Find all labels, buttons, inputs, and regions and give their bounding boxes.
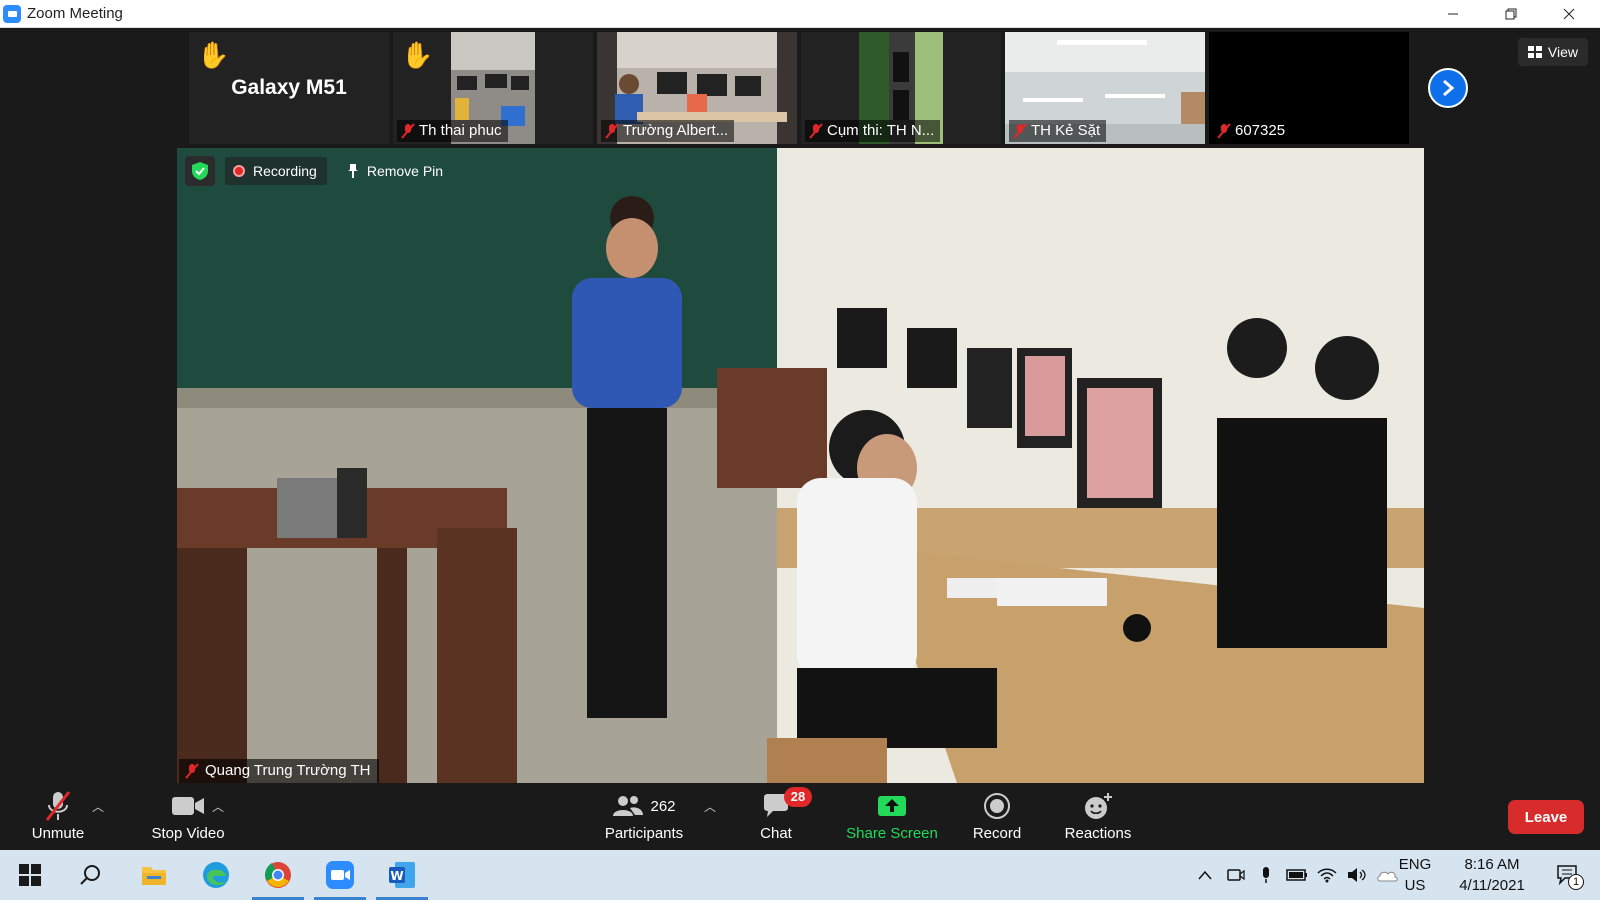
reactions-button[interactable]: Reactions <box>1062 784 1134 850</box>
participant-tile[interactable]: ✋ Th thai phuc <box>393 32 593 144</box>
meeting-toolbar: Unmute ︿ Stop Video ︿ 262 Participants ︿… <box>0 784 1600 850</box>
windows-taskbar: W ENG US 8:16 AM 4/11/2021 1 <box>0 850 1600 900</box>
participants-icon <box>613 796 644 816</box>
window-title: Zoom Meeting <box>27 5 123 22</box>
participant-name: Galaxy M51 <box>231 76 347 99</box>
view-button[interactable]: View <box>1517 38 1588 66</box>
wifi-icon[interactable] <box>1314 850 1340 900</box>
muted-mic-icon <box>1013 123 1027 139</box>
classroom-video-frame <box>177 148 1424 783</box>
pin-icon <box>347 164 358 178</box>
remove-pin-button[interactable]: Remove Pin <box>337 157 453 185</box>
recording-dot-icon <box>233 165 245 177</box>
word-icon[interactable]: W <box>372 850 432 900</box>
chevron-right-icon <box>1443 79 1455 97</box>
windows-start-icon[interactable] <box>0 850 60 900</box>
file-explorer-icon[interactable] <box>124 850 184 900</box>
microphone-icon[interactable] <box>1254 850 1278 900</box>
participant-tile[interactable]: TH Kẻ Sặt <box>1005 32 1205 144</box>
chrome-browser-icon[interactable] <box>248 850 308 900</box>
muted-mic-icon <box>43 789 73 823</box>
participants-count: 262 <box>650 797 676 815</box>
participant-tile[interactable]: 607325 <box>1209 32 1409 144</box>
participant-tile[interactable]: ✋ Galaxy M51 <box>189 32 389 144</box>
record-icon <box>983 789 1011 823</box>
input-language-indicator[interactable]: ENG US <box>1392 854 1438 896</box>
volume-icon[interactable] <box>1344 850 1370 900</box>
restore-icon[interactable] <box>1488 0 1534 28</box>
search-icon[interactable] <box>60 850 120 900</box>
participant-tile[interactable]: Cụm thi: TH N... <box>801 32 1001 144</box>
next-page-button[interactable] <box>1428 68 1468 108</box>
pinned-speaker-label: Quang Trung Trường TH <box>179 759 379 783</box>
meeting-status-overlay: Recording Remove Pin <box>185 156 453 186</box>
chat-unread-badge: 28 <box>784 787 812 807</box>
share-screen-icon <box>877 789 907 823</box>
chat-button[interactable]: 28 Chat <box>754 784 812 850</box>
leave-meeting-button[interactable]: Leave <box>1508 800 1584 834</box>
video-options-caret-icon[interactable]: ︿ <box>212 798 224 815</box>
muted-mic-icon <box>185 763 199 779</box>
muted-mic-icon <box>605 123 619 139</box>
zoom-taskbar-icon[interactable] <box>310 850 370 900</box>
reactions-smiley-icon <box>1083 789 1113 823</box>
window-title-bar: Zoom Meeting <box>0 0 1600 28</box>
video-camera-icon <box>171 789 205 823</box>
muted-mic-icon <box>401 123 415 139</box>
recording-indicator[interactable]: Recording <box>225 157 327 185</box>
participant-label: Trường Albert... <box>601 120 735 142</box>
battery-icon[interactable] <box>1284 850 1310 900</box>
muted-mic-icon <box>1217 123 1231 139</box>
participant-label: TH Kẻ Sặt <box>1009 120 1107 142</box>
participant-tile[interactable]: Trường Albert... <box>597 32 797 144</box>
unmute-button[interactable]: Unmute <box>22 784 94 850</box>
participant-strip: ✋ Galaxy M51 ✋ Th thai phuc Trường Alber… <box>189 32 1413 144</box>
taskbar-clock[interactable]: 8:16 AM 4/11/2021 <box>1444 854 1540 896</box>
edge-browser-icon[interactable] <box>186 850 246 900</box>
meet-now-icon[interactable] <box>1224 850 1248 900</box>
svg-text:W: W <box>390 869 403 883</box>
minimize-icon[interactable] <box>1430 0 1476 28</box>
audio-options-caret-icon[interactable]: ︿ <box>92 798 104 815</box>
notifications-icon[interactable]: 1 <box>1548 850 1588 900</box>
clock-time: 8:16 AM <box>1464 856 1520 873</box>
raised-hand-icon: ✋ <box>401 40 434 70</box>
participant-label: Th thai phuc <box>397 120 508 142</box>
grid-view-icon <box>1527 46 1542 58</box>
participant-label: 607325 <box>1213 120 1292 142</box>
show-hidden-icons-icon[interactable] <box>1194 850 1216 900</box>
pinned-video[interactable]: Recording Remove Pin Quang Trung Trường … <box>177 148 1424 783</box>
close-icon[interactable] <box>1546 0 1592 28</box>
security-shield-icon[interactable] <box>185 156 215 186</box>
zoom-app-icon <box>3 4 21 23</box>
clock-date: 4/11/2021 <box>1459 877 1525 894</box>
share-screen-button[interactable]: Share Screen <box>836 784 948 850</box>
stop-video-button[interactable]: Stop Video <box>132 784 244 850</box>
raised-hand-icon: ✋ <box>197 40 230 70</box>
chat-bubble-icon: 28 <box>762 787 812 823</box>
notification-count-badge: 1 <box>1568 874 1584 890</box>
record-button[interactable]: Record <box>966 784 1028 850</box>
participants-button[interactable]: 262 Participants <box>598 784 690 850</box>
participant-label: Cụm thi: TH N... <box>805 120 941 142</box>
muted-mic-icon <box>809 123 823 139</box>
participants-options-caret-icon[interactable]: ︿ <box>704 798 716 815</box>
meeting-stage: ✋ Galaxy M51 ✋ Th thai phuc Trường Alber… <box>0 28 1600 784</box>
